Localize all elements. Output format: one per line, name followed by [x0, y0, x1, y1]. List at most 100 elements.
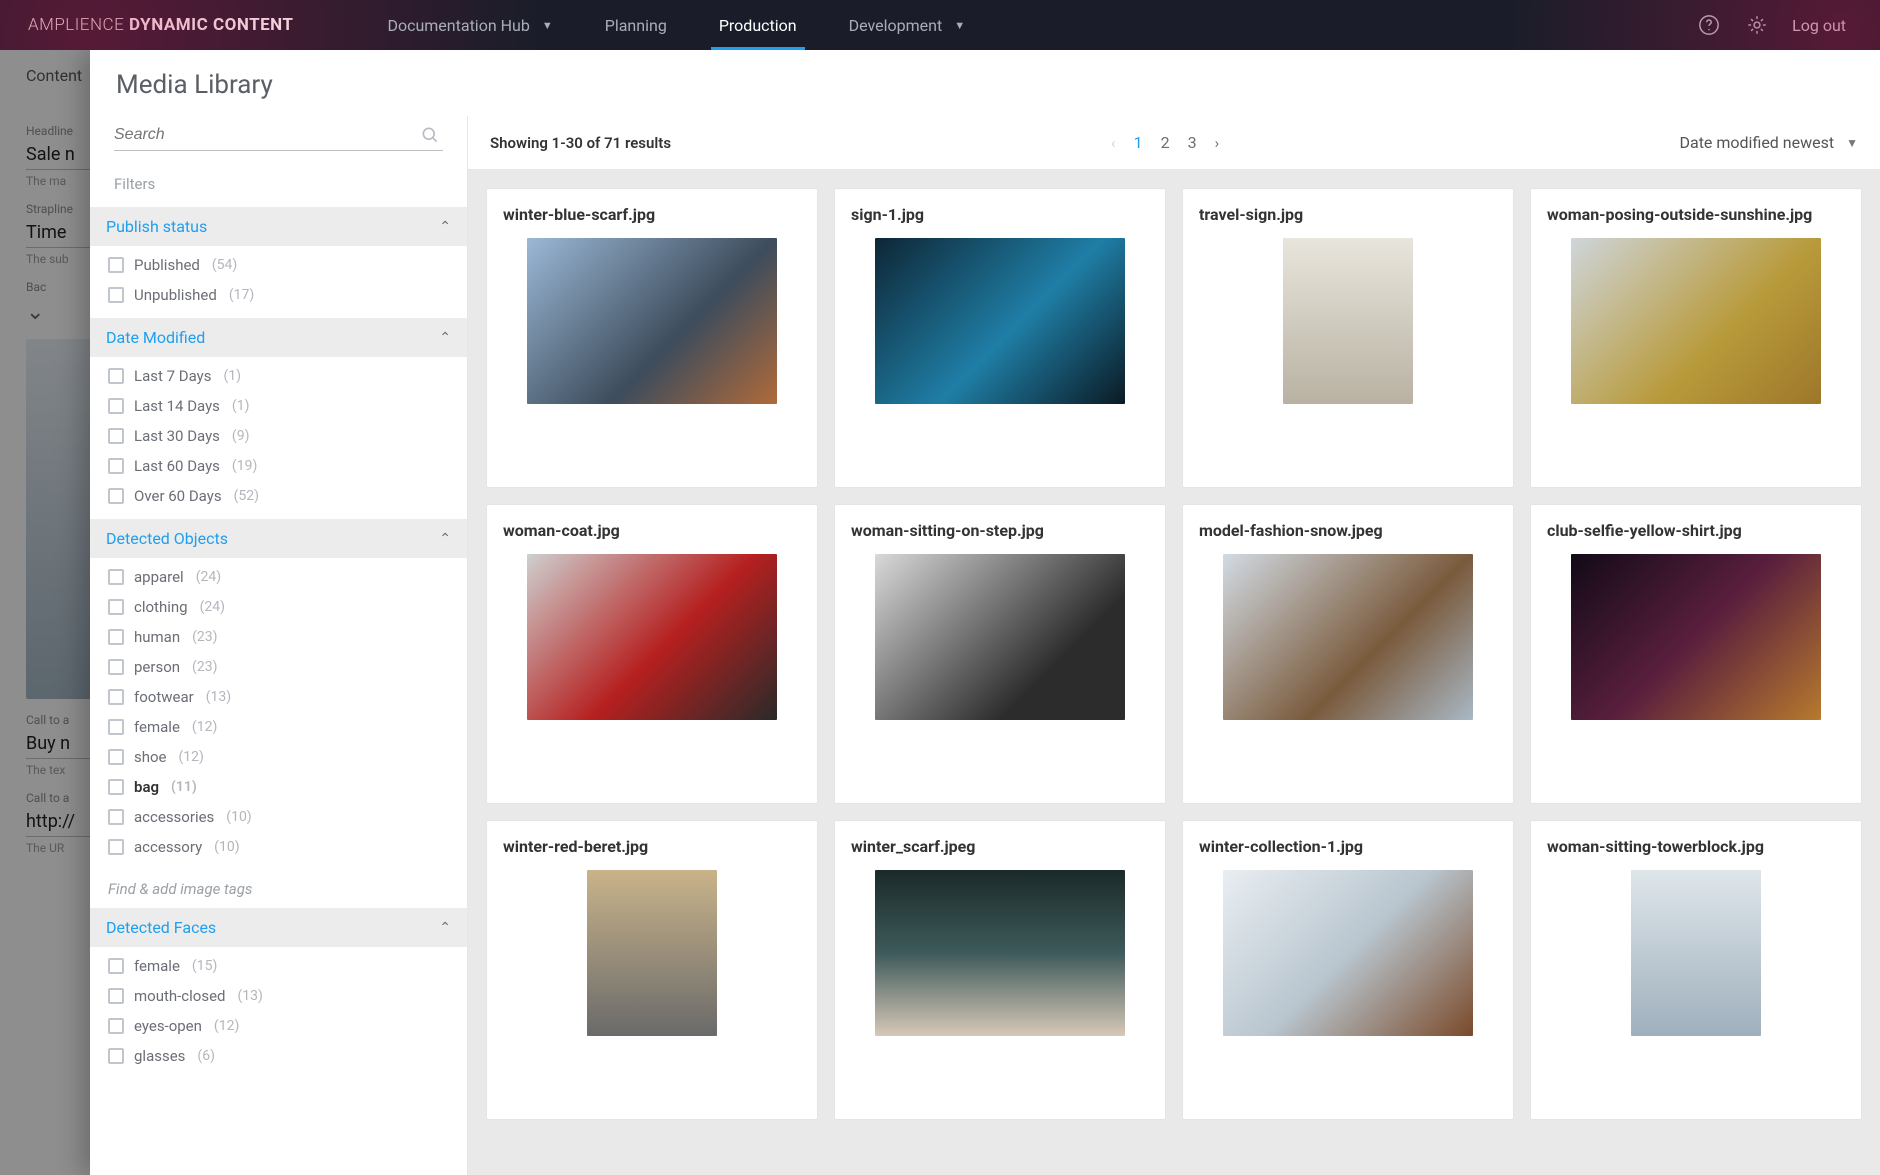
- filter-option-label: Last 7 Days: [134, 367, 212, 385]
- filter-option-unpublished[interactable]: Unpublished(17): [98, 280, 459, 310]
- filter-option-eyes-open[interactable]: eyes-open(12): [98, 1011, 459, 1041]
- filter-option-count: (52): [234, 488, 259, 504]
- facet-header-detected-objects[interactable]: Detected Objects⌃: [90, 519, 467, 558]
- checkbox-icon: [108, 719, 124, 735]
- media-card[interactable]: woman-sitting-towerblock.jpg: [1530, 820, 1862, 1120]
- page-next-icon[interactable]: ›: [1215, 134, 1220, 152]
- filter-option-person[interactable]: person(23): [98, 652, 459, 682]
- filter-option-count: (23): [192, 659, 217, 675]
- media-card[interactable]: winter_scarf.jpeg: [834, 820, 1166, 1120]
- filter-option-apparel[interactable]: apparel(24): [98, 562, 459, 592]
- nav-item-planning[interactable]: Planning: [579, 0, 693, 50]
- top-nav: Documentation Hub▼PlanningProductionDeve…: [361, 0, 991, 50]
- results-area: Showing 1-30 of 71 results ‹ 123 › Date …: [468, 116, 1880, 1175]
- page-number-3[interactable]: 3: [1188, 133, 1197, 152]
- filter-option-label: Last 60 Days: [134, 457, 220, 475]
- filter-option-accessories[interactable]: accessories(10): [98, 802, 459, 832]
- filter-option-label: Over 60 Days: [134, 487, 222, 505]
- filter-option-count: (13): [238, 988, 263, 1004]
- image-placeholder: [527, 238, 777, 404]
- filter-option-count: (15): [192, 958, 217, 974]
- filter-option-glasses[interactable]: glasses(6): [98, 1041, 459, 1071]
- media-card[interactable]: winter-blue-scarf.jpg: [486, 188, 818, 488]
- checkbox-icon: [108, 809, 124, 825]
- filter-option-female[interactable]: female(12): [98, 712, 459, 742]
- chevron-down-icon: ▼: [954, 19, 965, 32]
- filter-option-count: (1): [232, 398, 250, 414]
- filter-option-shoe[interactable]: shoe(12): [98, 742, 459, 772]
- filter-option-over-60-days[interactable]: Over 60 Days (52): [98, 481, 459, 511]
- search-icon[interactable]: [417, 122, 443, 148]
- nav-item-documentation-hub[interactable]: Documentation Hub▼: [361, 0, 578, 50]
- page-prev-icon[interactable]: ‹: [1111, 134, 1116, 152]
- media-thumbnail: [875, 554, 1125, 720]
- image-placeholder: [875, 238, 1125, 404]
- nav-item-production[interactable]: Production: [693, 0, 823, 50]
- filter-option-footwear[interactable]: footwear(13): [98, 682, 459, 712]
- checkbox-icon: [108, 1048, 124, 1064]
- facet-header-detected-faces[interactable]: Detected Faces⌃: [90, 908, 467, 947]
- media-card[interactable]: model-fashion-snow.jpeg: [1182, 504, 1514, 804]
- media-filename: winter_scarf.jpeg: [851, 837, 975, 856]
- media-card[interactable]: club-selfie-yellow-shirt.jpg: [1530, 504, 1862, 804]
- media-card[interactable]: woman-posing-outside-sunshine.jpg: [1530, 188, 1862, 488]
- logout-link[interactable]: Log out: [1792, 16, 1846, 35]
- media-filename: winter-blue-scarf.jpg: [503, 205, 655, 224]
- media-card[interactable]: woman-sitting-on-step.jpg: [834, 504, 1166, 804]
- checkbox-icon: [108, 1018, 124, 1034]
- filter-option-bag[interactable]: bag(11): [98, 772, 459, 802]
- media-thumbnail: [527, 554, 777, 720]
- checkbox-icon: [108, 287, 124, 303]
- filter-option-label: female: [134, 957, 180, 975]
- brand: AMPLIENCE DYNAMIC CONTENT: [0, 15, 321, 35]
- checkbox-icon: [108, 659, 124, 675]
- gear-icon[interactable]: [1744, 12, 1770, 38]
- chevron-down-icon: ▼: [542, 19, 553, 32]
- checkbox-icon: [108, 488, 124, 504]
- filter-option-last-60-days[interactable]: Last 60 Days (19): [98, 451, 459, 481]
- media-filename: woman-sitting-on-step.jpg: [851, 521, 1044, 540]
- filter-option-human[interactable]: human(23): [98, 622, 459, 652]
- checkbox-icon: [108, 689, 124, 705]
- filter-option-label: bag: [134, 778, 159, 796]
- filter-option-count: (1): [224, 368, 242, 384]
- filter-option-label: Unpublished: [134, 286, 217, 304]
- filter-option-last-30-days[interactable]: Last 30 Days(9): [98, 421, 459, 451]
- facet-header-publish-status[interactable]: Publish status⌃: [90, 207, 467, 246]
- image-placeholder: [1571, 238, 1821, 404]
- filter-option-count: (19): [232, 458, 257, 474]
- filter-option-count: (12): [214, 1018, 239, 1034]
- filter-option-mouth-closed[interactable]: mouth-closed(13): [98, 981, 459, 1011]
- nav-item-development[interactable]: Development▼: [823, 0, 992, 50]
- page-number-1[interactable]: 1: [1134, 133, 1143, 152]
- search-input[interactable]: [114, 120, 417, 150]
- sort-dropdown[interactable]: Date modified newest ▼: [1679, 133, 1858, 152]
- checkbox-icon: [108, 749, 124, 765]
- filter-option-accessory[interactable]: accessory(10): [98, 832, 459, 862]
- facet-title: Detected Objects: [106, 529, 228, 548]
- media-filename: model-fashion-snow.jpeg: [1199, 521, 1383, 540]
- media-filename: sign-1.jpg: [851, 205, 924, 224]
- filter-option-published[interactable]: Published(54): [98, 250, 459, 280]
- media-card[interactable]: winter-red-beret.jpg: [486, 820, 818, 1120]
- media-card[interactable]: sign-1.jpg: [834, 188, 1166, 488]
- media-card[interactable]: winter-collection-1.jpg: [1182, 820, 1514, 1120]
- image-placeholder: [1283, 238, 1413, 404]
- find-tags-input[interactable]: Find & add image tags: [90, 870, 467, 908]
- filter-option-last-7-days[interactable]: Last 7 Days (1): [98, 361, 459, 391]
- filter-option-label: human: [134, 628, 180, 646]
- facet-header-date-modified[interactable]: Date Modified⌃: [90, 318, 467, 357]
- help-icon[interactable]: [1696, 12, 1722, 38]
- media-thumbnail: [1571, 554, 1821, 720]
- filter-option-clothing[interactable]: clothing(24): [98, 592, 459, 622]
- filter-option-label: clothing: [134, 598, 188, 616]
- media-filename: winter-red-beret.jpg: [503, 837, 648, 856]
- media-card[interactable]: travel-sign.jpg: [1182, 188, 1514, 488]
- facet-body: Published(54)Unpublished(17): [90, 246, 467, 318]
- filter-option-female[interactable]: female (15): [98, 951, 459, 981]
- results-toolbar: Showing 1-30 of 71 results ‹ 123 › Date …: [468, 116, 1880, 170]
- checkbox-icon: [108, 839, 124, 855]
- filter-option-last-14-days[interactable]: Last 14 Days(1): [98, 391, 459, 421]
- page-number-2[interactable]: 2: [1161, 133, 1170, 152]
- media-card[interactable]: woman-coat.jpg: [486, 504, 818, 804]
